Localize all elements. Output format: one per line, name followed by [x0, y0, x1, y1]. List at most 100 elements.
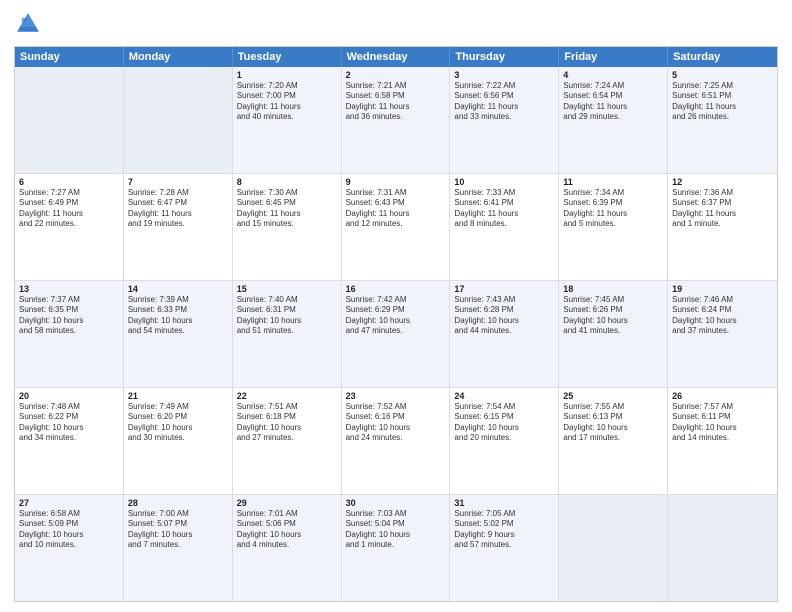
- cell-info-line: and 15 minutes.: [237, 219, 337, 229]
- cell-info-line: Sunrise: 7:00 AM: [128, 509, 228, 519]
- cell-info-line: Sunrise: 7:57 AM: [672, 402, 773, 412]
- cell-info-line: Sunrise: 6:58 AM: [19, 509, 119, 519]
- cell-info-line: and 33 minutes.: [454, 112, 554, 122]
- cell-info-line: and 54 minutes.: [128, 326, 228, 336]
- header-day-thursday: Thursday: [450, 47, 559, 67]
- cell-info-line: and 19 minutes.: [128, 219, 228, 229]
- cell-info-line: Sunset: 6:29 PM: [346, 305, 446, 315]
- cell-info-line: Sunset: 6:28 PM: [454, 305, 554, 315]
- cell-info-line: and 4 minutes.: [237, 540, 337, 550]
- cell-info-line: Sunset: 6:47 PM: [128, 198, 228, 208]
- cell-info-line: Sunrise: 7:33 AM: [454, 188, 554, 198]
- day-cell-10: 10Sunrise: 7:33 AMSunset: 6:41 PMDayligh…: [450, 174, 559, 280]
- cell-info-line: Sunrise: 7:03 AM: [346, 509, 446, 519]
- day-cell-17: 17Sunrise: 7:43 AMSunset: 6:28 PMDayligh…: [450, 281, 559, 387]
- cell-info-line: Sunrise: 7:48 AM: [19, 402, 119, 412]
- header-day-saturday: Saturday: [668, 47, 777, 67]
- calendar-body: 1Sunrise: 7:20 AMSunset: 7:00 PMDaylight…: [15, 67, 777, 601]
- day-cell-12: 12Sunrise: 7:36 AMSunset: 6:37 PMDayligh…: [668, 174, 777, 280]
- header-day-sunday: Sunday: [15, 47, 124, 67]
- cell-info-line: and 29 minutes.: [563, 112, 663, 122]
- calendar-row-3: 20Sunrise: 7:48 AMSunset: 6:22 PMDayligh…: [15, 387, 777, 494]
- cell-info-line: Sunset: 6:43 PM: [346, 198, 446, 208]
- cell-info-line: Sunset: 6:49 PM: [19, 198, 119, 208]
- cell-info-line: Sunrise: 7:30 AM: [237, 188, 337, 198]
- day-number: 28: [128, 498, 228, 508]
- day-number: 17: [454, 284, 554, 294]
- header-day-wednesday: Wednesday: [342, 47, 451, 67]
- header-day-tuesday: Tuesday: [233, 47, 342, 67]
- calendar-row-0: 1Sunrise: 7:20 AMSunset: 7:00 PMDaylight…: [15, 67, 777, 173]
- day-cell-28: 28Sunrise: 7:00 AMSunset: 5:07 PMDayligh…: [124, 495, 233, 601]
- day-number: 6: [19, 177, 119, 187]
- cell-info-line: Daylight: 11 hours: [237, 102, 337, 112]
- cell-info-line: Daylight: 10 hours: [672, 423, 773, 433]
- day-cell-8: 8Sunrise: 7:30 AMSunset: 6:45 PMDaylight…: [233, 174, 342, 280]
- cell-info-line: Daylight: 10 hours: [19, 530, 119, 540]
- calendar-header: SundayMondayTuesdayWednesdayThursdayFrid…: [15, 47, 777, 67]
- cell-info-line: Sunrise: 7:42 AM: [346, 295, 446, 305]
- day-cell-30: 30Sunrise: 7:03 AMSunset: 5:04 PMDayligh…: [342, 495, 451, 601]
- cell-info-line: Sunset: 6:51 PM: [672, 91, 773, 101]
- cell-info-line: Daylight: 10 hours: [237, 316, 337, 326]
- cell-info-line: Daylight: 10 hours: [19, 316, 119, 326]
- cell-info-line: and 1 minute.: [346, 540, 446, 550]
- cell-info-line: Daylight: 11 hours: [128, 209, 228, 219]
- cell-info-line: and 40 minutes.: [237, 112, 337, 122]
- day-number: 7: [128, 177, 228, 187]
- cell-info-line: Sunset: 6:20 PM: [128, 412, 228, 422]
- cell-info-line: Sunset: 6:45 PM: [237, 198, 337, 208]
- day-cell-23: 23Sunrise: 7:52 AMSunset: 6:16 PMDayligh…: [342, 388, 451, 494]
- cell-info-line: Sunrise: 7:22 AM: [454, 81, 554, 91]
- day-number: 24: [454, 391, 554, 401]
- day-cell-19: 19Sunrise: 7:46 AMSunset: 6:24 PMDayligh…: [668, 281, 777, 387]
- cell-info-line: Sunset: 7:00 PM: [237, 91, 337, 101]
- cell-info-line: Sunset: 6:37 PM: [672, 198, 773, 208]
- cell-info-line: Sunrise: 7:40 AM: [237, 295, 337, 305]
- page: SundayMondayTuesdayWednesdayThursdayFrid…: [0, 0, 792, 612]
- cell-info-line: Daylight: 10 hours: [346, 316, 446, 326]
- day-cell-2: 2Sunrise: 7:21 AMSunset: 6:58 PMDaylight…: [342, 67, 451, 173]
- day-cell-16: 16Sunrise: 7:42 AMSunset: 6:29 PMDayligh…: [342, 281, 451, 387]
- logo-icon: [14, 10, 42, 38]
- day-cell-15: 15Sunrise: 7:40 AMSunset: 6:31 PMDayligh…: [233, 281, 342, 387]
- cell-info-line: Sunrise: 7:46 AM: [672, 295, 773, 305]
- day-cell-26: 26Sunrise: 7:57 AMSunset: 6:11 PMDayligh…: [668, 388, 777, 494]
- cell-info-line: Sunrise: 7:37 AM: [19, 295, 119, 305]
- cell-info-line: Sunrise: 7:31 AM: [346, 188, 446, 198]
- cell-info-line: and 17 minutes.: [563, 433, 663, 443]
- cell-info-line: Daylight: 10 hours: [128, 530, 228, 540]
- day-number: 20: [19, 391, 119, 401]
- day-cell-24: 24Sunrise: 7:54 AMSunset: 6:15 PMDayligh…: [450, 388, 559, 494]
- day-number: 25: [563, 391, 663, 401]
- cell-info-line: Daylight: 9 hours: [454, 530, 554, 540]
- day-cell-9: 9Sunrise: 7:31 AMSunset: 6:43 PMDaylight…: [342, 174, 451, 280]
- cell-info-line: and 51 minutes.: [237, 326, 337, 336]
- cell-info-line: Sunset: 6:16 PM: [346, 412, 446, 422]
- day-number: 16: [346, 284, 446, 294]
- cell-info-line: Sunset: 6:35 PM: [19, 305, 119, 315]
- cell-info-line: Sunrise: 7:36 AM: [672, 188, 773, 198]
- cell-info-line: Sunrise: 7:39 AM: [128, 295, 228, 305]
- day-cell-4: 4Sunrise: 7:24 AMSunset: 6:54 PMDaylight…: [559, 67, 668, 173]
- header-day-friday: Friday: [559, 47, 668, 67]
- empty-cell-r0c0: [15, 67, 124, 173]
- cell-info-line: and 26 minutes.: [672, 112, 773, 122]
- cell-info-line: Sunrise: 7:51 AM: [237, 402, 337, 412]
- day-cell-14: 14Sunrise: 7:39 AMSunset: 6:33 PMDayligh…: [124, 281, 233, 387]
- cell-info-line: Sunset: 6:13 PM: [563, 412, 663, 422]
- cell-info-line: and 36 minutes.: [346, 112, 446, 122]
- cell-info-line: and 41 minutes.: [563, 326, 663, 336]
- cell-info-line: and 22 minutes.: [19, 219, 119, 229]
- day-number: 29: [237, 498, 337, 508]
- day-number: 2: [346, 70, 446, 80]
- cell-info-line: and 7 minutes.: [128, 540, 228, 550]
- day-number: 3: [454, 70, 554, 80]
- cell-info-line: Sunrise: 7:28 AM: [128, 188, 228, 198]
- day-number: 18: [563, 284, 663, 294]
- cell-info-line: Daylight: 10 hours: [454, 316, 554, 326]
- cell-info-line: Daylight: 10 hours: [672, 316, 773, 326]
- cell-info-line: Daylight: 10 hours: [346, 530, 446, 540]
- cell-info-line: and 5 minutes.: [563, 219, 663, 229]
- day-number: 15: [237, 284, 337, 294]
